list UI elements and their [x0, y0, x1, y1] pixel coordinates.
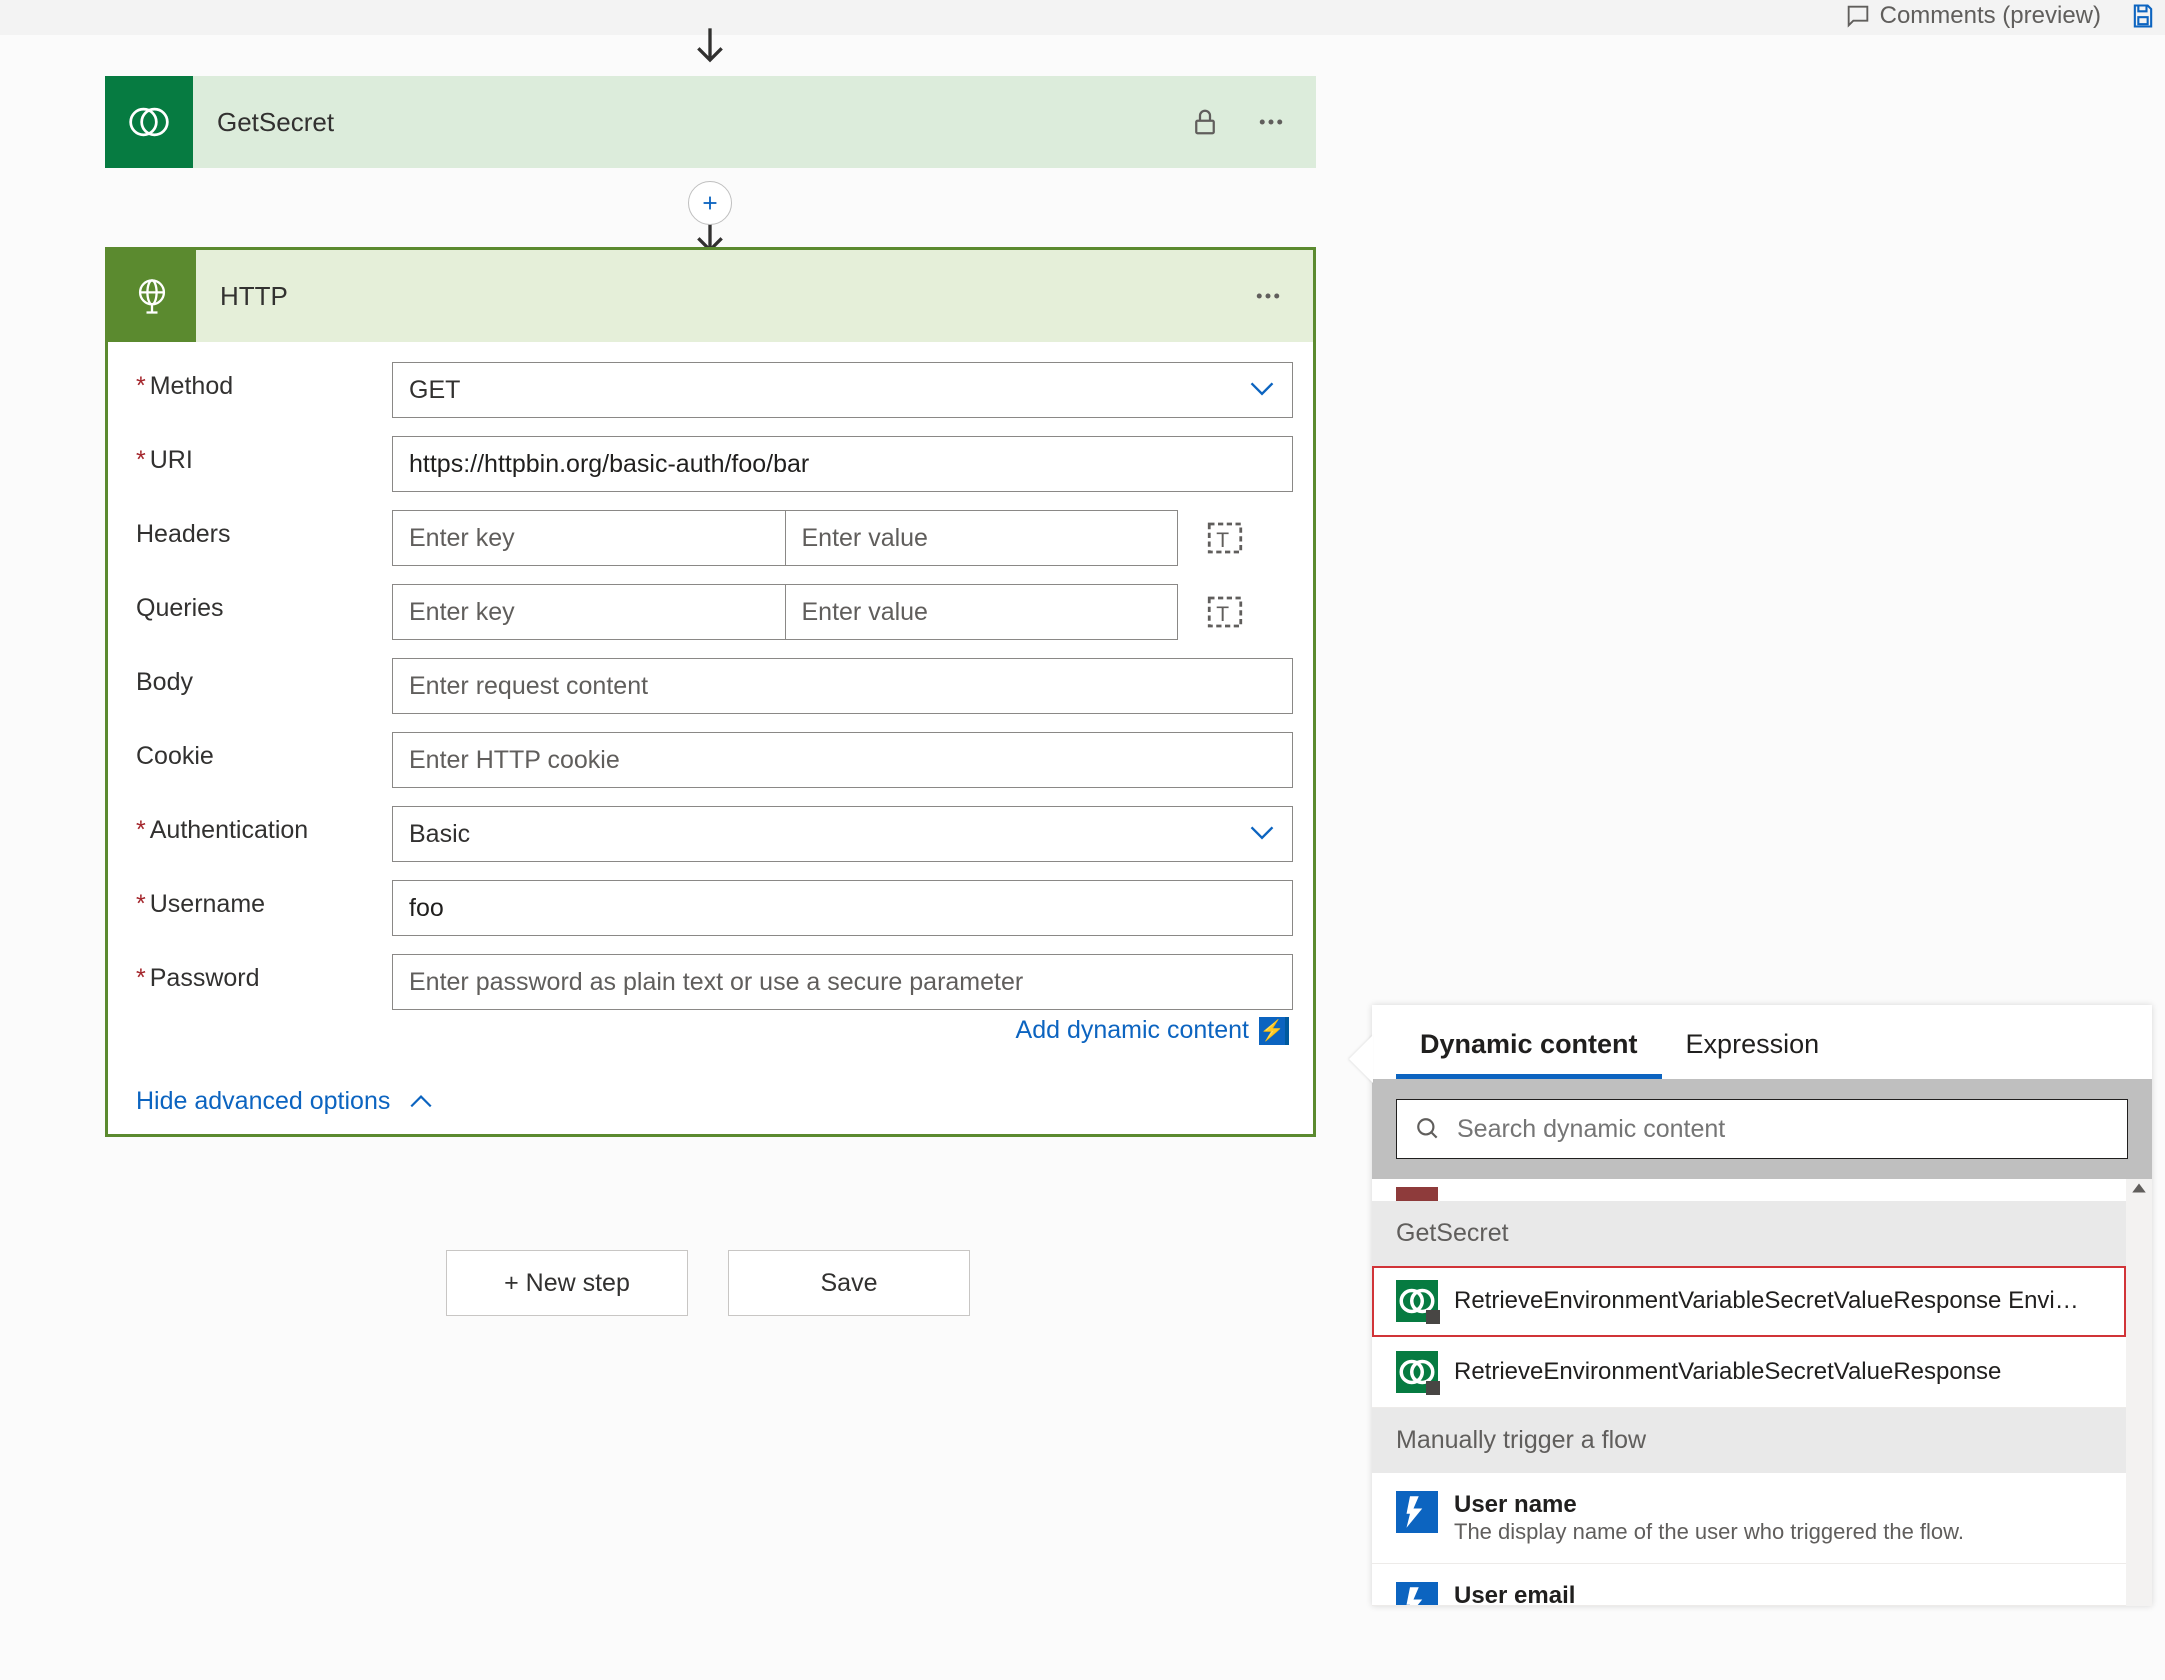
dc-item-label: RetrieveEnvironmentVariableSecretValueRe…	[1454, 1287, 2079, 1315]
http-icon	[108, 250, 196, 342]
queries-key-input[interactable]: Enter key	[392, 584, 785, 640]
new-step-button[interactable]: + New step	[446, 1250, 688, 1316]
headers-value-input[interactable]: Enter value	[785, 510, 1179, 566]
dc-group-getsecret: GetSecret	[1372, 1201, 2152, 1266]
dc-item-user-name[interactable]: User name The display name of the user w…	[1372, 1473, 2126, 1564]
flyout-pointer	[1349, 1035, 1373, 1083]
scrollbar[interactable]	[2126, 1179, 2152, 1606]
search-icon	[1415, 1116, 1441, 1142]
uri-label: *URI	[136, 436, 392, 475]
headers-switch-mode-button[interactable]: T	[1204, 517, 1246, 559]
dc-partial-row	[1372, 1179, 2126, 1201]
dataverse-icon	[1396, 1280, 1438, 1322]
more-icon[interactable]	[1256, 107, 1286, 137]
dynamic-content-panel: Dynamic content Expression GetSecret	[1372, 1005, 2152, 1606]
dc-item-subtitle: The display name of the user who trigger…	[1454, 1519, 1964, 1545]
dc-list: GetSecret RetrieveEnvironmentVariableSec…	[1372, 1179, 2152, 1606]
username-label: *Username	[136, 880, 392, 919]
dc-item-title: User name	[1454, 1491, 1964, 1519]
action-card-getsecret[interactable]: GetSecret	[105, 76, 1316, 168]
dc-item-user-email[interactable]: User email	[1372, 1564, 2126, 1606]
headers-label: Headers	[136, 510, 392, 549]
headers-key-input[interactable]: Enter key	[392, 510, 785, 566]
lock-icon	[1190, 107, 1220, 137]
cookie-input[interactable]: Enter HTTP cookie	[392, 732, 1293, 788]
uri-input[interactable]: https://httpbin.org/basic-auth/foo/bar	[392, 436, 1293, 492]
save-icon[interactable]	[2129, 2, 2157, 30]
dc-item-retrieve-env-var-1[interactable]: RetrieveEnvironmentVariableSecretValueRe…	[1372, 1266, 2126, 1337]
svg-text:T: T	[1216, 529, 1229, 552]
svg-text:T: T	[1216, 603, 1229, 626]
flow-canvas: GetSecret HTTP *Method	[0, 35, 2165, 1680]
dc-group-manual-trigger: Manually trigger a flow	[1372, 1408, 2152, 1473]
cookie-label: Cookie	[136, 732, 392, 771]
flow-arrow-in	[690, 25, 730, 65]
comment-icon	[1844, 2, 1872, 30]
insert-step-button[interactable]	[688, 181, 732, 225]
username-input[interactable]: foo	[392, 880, 1293, 936]
save-button[interactable]: Save	[728, 1250, 970, 1316]
auth-label: *Authentication	[136, 806, 392, 845]
card-header[interactable]: HTTP	[108, 250, 1313, 342]
tab-expression[interactable]: Expression	[1662, 1015, 1844, 1079]
password-label: *Password	[136, 954, 392, 993]
method-label: *Method	[136, 362, 392, 401]
queries-switch-mode-button[interactable]: T	[1204, 591, 1246, 633]
body-label: Body	[136, 658, 392, 697]
dc-search-input[interactable]	[1457, 1115, 2109, 1144]
scroll-up-arrow[interactable]	[2130, 1179, 2148, 1197]
auth-value: Basic	[409, 820, 470, 849]
tab-dynamic-content[interactable]: Dynamic content	[1396, 1015, 1662, 1079]
method-select[interactable]: GET	[392, 362, 1293, 418]
flow-button-icon	[1396, 1582, 1438, 1606]
dc-search-wrap	[1372, 1079, 2152, 1179]
dynamic-content-pill-icon: ⚡	[1259, 1017, 1289, 1045]
add-dynamic-content-link[interactable]: Add dynamic content ⚡	[392, 1016, 1293, 1045]
action-card-http: HTTP *Method GET *URI https://httpbin.or…	[105, 247, 1316, 1137]
dc-search[interactable]	[1396, 1099, 2128, 1159]
flow-button-icon	[1396, 1491, 1438, 1533]
dataverse-icon	[105, 76, 193, 168]
queries-value-input[interactable]: Enter value	[785, 584, 1179, 640]
more-icon[interactable]	[1253, 281, 1283, 311]
card-title: HTTP	[196, 281, 1253, 312]
dc-item-label: RetrieveEnvironmentVariableSecretValueRe…	[1454, 1358, 2001, 1386]
queries-label: Queries	[136, 584, 392, 623]
chevron-down-icon	[1248, 376, 1276, 405]
password-input[interactable]: Enter password as plain text or use a se…	[392, 954, 1293, 1010]
dc-item-title: User email	[1454, 1582, 1575, 1606]
dc-tabs: Dynamic content Expression	[1372, 1005, 2152, 1079]
card-header[interactable]: GetSecret	[105, 76, 1316, 168]
hide-advanced-toggle[interactable]: Hide advanced options	[136, 1087, 1293, 1116]
dc-item-retrieve-env-var-2[interactable]: RetrieveEnvironmentVariableSecretValueRe…	[1372, 1337, 2126, 1408]
card-body: *Method GET *URI https://httpbin.org/bas…	[108, 342, 1313, 1134]
plus-icon	[699, 192, 721, 214]
text-mode-icon: T	[1204, 517, 1246, 559]
card-title: GetSecret	[193, 107, 1190, 138]
comments-button[interactable]: Comments (preview)	[1844, 2, 2101, 30]
method-value: GET	[409, 376, 460, 405]
auth-select[interactable]: Basic	[392, 806, 1293, 862]
chevron-down-icon	[1248, 820, 1276, 849]
comments-label: Comments (preview)	[1880, 2, 2101, 30]
topbar: Comments (preview)	[1844, 0, 2157, 32]
bottom-buttons: + New step Save	[446, 1250, 970, 1316]
body-input[interactable]: Enter request content	[392, 658, 1293, 714]
chevron-up-icon	[408, 1093, 434, 1111]
text-mode-icon: T	[1204, 591, 1246, 633]
dataverse-icon	[1396, 1351, 1438, 1393]
